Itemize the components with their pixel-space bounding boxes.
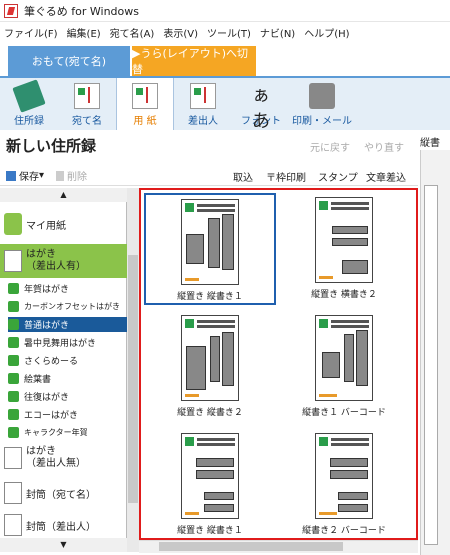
menu-navi[interactable]: ナビ(N) xyxy=(260,25,295,40)
postcard-type-icon xyxy=(8,409,19,420)
postcard-icon xyxy=(74,83,100,109)
menu-view[interactable]: 表示(V) xyxy=(163,25,198,40)
address-book-icon xyxy=(12,79,46,113)
postcard-type-icon xyxy=(8,337,19,348)
insert-text-button[interactable]: 文章差込 xyxy=(366,169,406,184)
list-item[interactable]: 暑中見舞用はがき xyxy=(8,335,127,350)
menu-bar: ファイル(F) 編集(E) 宛て名(A) 表示(V) ツール(T) ナビ(N) … xyxy=(0,22,450,42)
postcard-type-icon xyxy=(8,391,19,402)
envelope-icon xyxy=(4,482,22,504)
trash-icon xyxy=(56,170,64,181)
postcard-type-icon xyxy=(8,319,19,330)
vertical-writing-label: 縦書 xyxy=(420,138,440,149)
tool-print-mail[interactable]: 印刷・メール xyxy=(290,78,354,130)
layout-preview xyxy=(181,433,239,519)
stamp-button[interactable]: スタンプ xyxy=(318,169,358,184)
list-item[interactable]: 往復はがき xyxy=(8,389,127,404)
undo-button[interactable]: 元に戻す xyxy=(310,139,350,154)
category-envelope-sender[interactable]: 封筒（差出人） xyxy=(0,512,127,538)
postcard-icon xyxy=(4,250,22,272)
postcard-type-icon xyxy=(8,283,19,294)
delete-button[interactable]: 削除 xyxy=(56,168,87,183)
side-tabs: おもて(宛て名) ▶うら(レイアウト)へ切替 xyxy=(0,42,450,76)
layout-option[interactable]: 縦書き１ バーコード xyxy=(278,311,410,423)
menu-help[interactable]: ヘルプ(H) xyxy=(304,25,349,40)
layout-grid: 縦置き 縦書き１ 縦置き 横書き２ 縦置き 縦書き２ 縦書き１ バーコード 縦置… xyxy=(139,188,418,540)
postcard-type-icon xyxy=(8,427,19,438)
category-postcard-with-sender[interactable]: はがき （差出人有） xyxy=(0,244,127,278)
list-item[interactable]: エコーはがき xyxy=(8,407,127,422)
sender-card-icon xyxy=(190,83,216,109)
menu-file[interactable]: ファイル(F) xyxy=(4,25,58,40)
action-bar: 保存 ▾ 削除 取込 〒枠印刷 スタンプ 文章差込 xyxy=(0,162,418,186)
layout-preview xyxy=(181,315,239,401)
tab-switch-back-layout[interactable]: ▶うら(レイアウト)へ切替 xyxy=(132,46,256,76)
vertical-ruler xyxy=(424,185,438,545)
scroll-down-arrow[interactable]: ▼ xyxy=(0,538,127,552)
paper-category-list: ▲ マイ用紙 はがき （差出人有） 年賀はがき カーボンオフセットはがき 普通は… xyxy=(0,188,127,552)
font-icon: ぁあ xyxy=(252,85,270,132)
postcard-type-icon xyxy=(8,301,19,312)
envelope-icon xyxy=(4,514,22,536)
tool-address-book[interactable]: 住所録 xyxy=(0,78,58,130)
tool-paper[interactable]: 用 紙 xyxy=(116,78,174,130)
floppy-icon xyxy=(6,170,16,181)
layout-option[interactable]: 縦置き 縦書き１ xyxy=(144,193,276,305)
menu-address[interactable]: 宛て名(A) xyxy=(110,25,155,40)
main-toolbar: 住所録 宛て名 用 紙 差出人 ぁあ フォント 印刷・メール xyxy=(0,76,450,132)
list-item[interactable]: さくらめーる xyxy=(8,353,127,368)
layout-preview xyxy=(315,197,373,283)
list-item[interactable]: 普通はがき xyxy=(8,317,127,332)
postcard-type-icon xyxy=(8,373,19,384)
address-book-title: 新しい住所録 xyxy=(6,136,97,155)
scroll-up-arrow[interactable]: ▲ xyxy=(0,188,127,202)
list-item[interactable]: 絵葉書 xyxy=(8,371,127,386)
window-title: 筆ぐるめ for Windows xyxy=(24,4,140,18)
menu-edit[interactable]: 編集(E) xyxy=(67,25,101,40)
postal-frame-print-button[interactable]: 〒枠印刷 xyxy=(266,169,306,184)
category-envelope-address[interactable]: 封筒（宛て名） xyxy=(0,478,127,508)
layout-preview xyxy=(315,433,373,519)
tab-front-address[interactable]: おもて(宛て名) xyxy=(8,46,130,76)
title-bar: 筆ぐるめ for Windows xyxy=(0,0,450,22)
brush-app-icon xyxy=(4,3,18,18)
horizontal-scroll-thumb[interactable] xyxy=(159,542,343,551)
save-button[interactable]: 保存 ▾ xyxy=(6,168,44,183)
category-my-paper[interactable]: マイ用紙 xyxy=(0,210,127,238)
layout-preview xyxy=(181,199,239,285)
layout-option[interactable]: 縦書き２ バーコード xyxy=(278,429,410,541)
tool-sender[interactable]: 差出人 xyxy=(174,78,232,130)
layout-preview xyxy=(315,315,373,401)
redo-button[interactable]: やり直す xyxy=(364,139,404,154)
folder-icon xyxy=(4,213,22,235)
postcard-icon xyxy=(4,447,22,469)
list-item[interactable]: キャラクター年賀 xyxy=(8,425,127,440)
printer-icon xyxy=(309,83,335,109)
sidebar-scroll-thumb[interactable] xyxy=(128,255,138,503)
list-item[interactable]: カーボンオフセットはがき xyxy=(8,299,127,314)
layout-option[interactable]: 縦置き 横書き２ xyxy=(278,193,410,305)
paper-icon xyxy=(132,83,158,109)
postcard-type-icon xyxy=(8,355,19,366)
layout-option[interactable]: 縦置き 縦書き２ xyxy=(144,311,276,423)
layout-option[interactable]: 縦置き 縦書き１ xyxy=(144,429,276,541)
tool-font[interactable]: ぁあ フォント xyxy=(232,78,290,132)
category-postcard-no-sender[interactable]: はがき （差出人無） xyxy=(0,442,127,474)
tool-addressee[interactable]: 宛て名 xyxy=(58,78,116,130)
menu-tools[interactable]: ツール(T) xyxy=(207,25,251,40)
list-item[interactable]: 年賀はがき xyxy=(8,281,127,296)
import-button[interactable]: 取込 xyxy=(233,169,253,184)
pane-header: 新しい住所録 元に戻す やり直す xyxy=(0,130,418,160)
